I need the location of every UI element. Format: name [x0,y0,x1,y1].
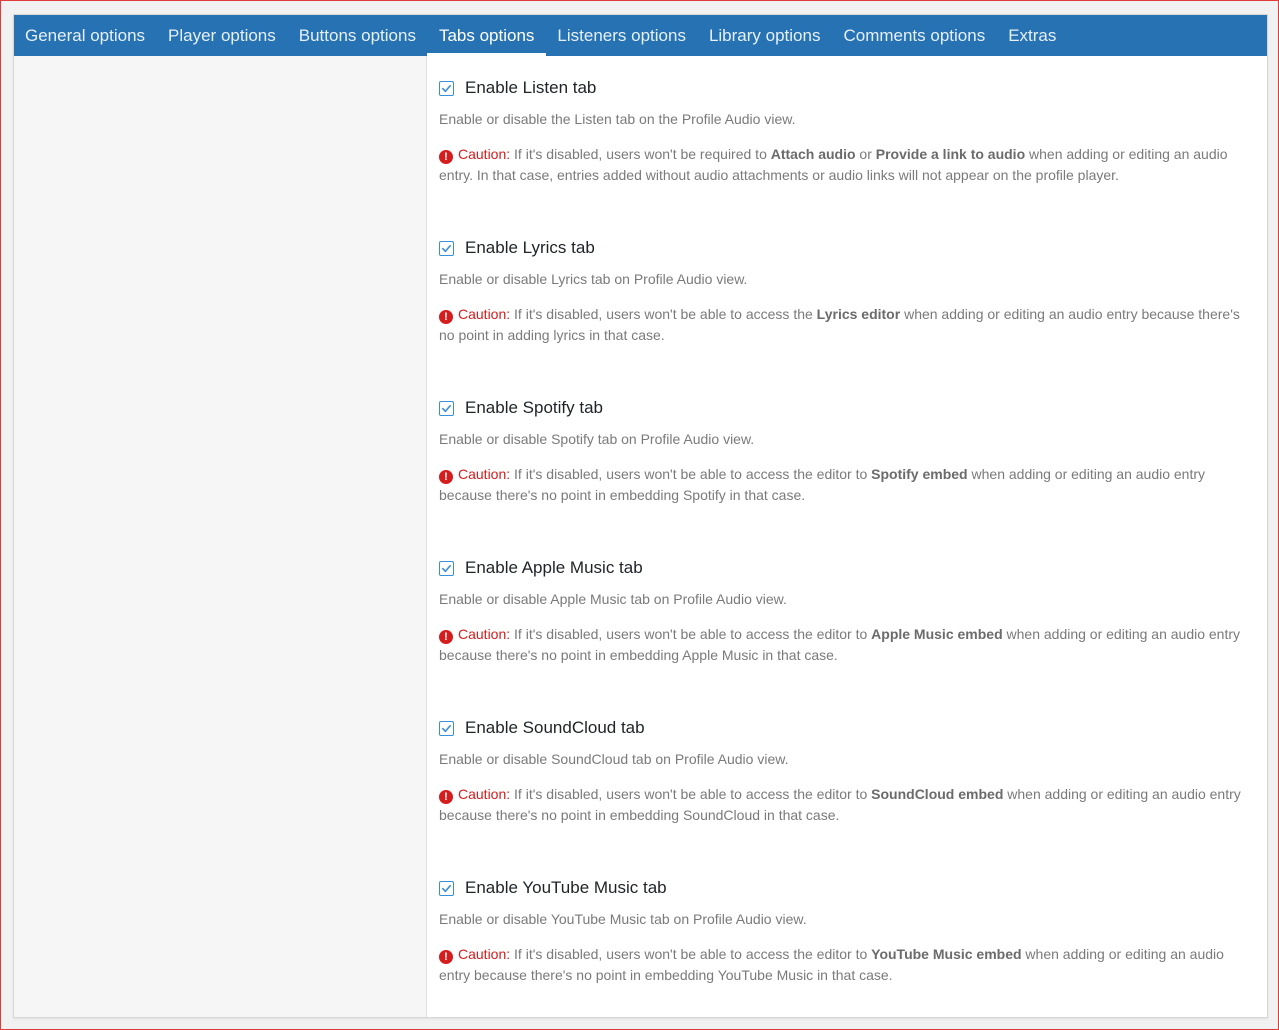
option-spotify-tab: Enable Spotify tab Enable or disable Spo… [439,396,1253,506]
option-title[interactable]: Enable YouTube Music tab [465,878,667,898]
settings-panel: General options Player options Buttons o… [13,14,1268,1018]
settings-tabbar: General options Player options Buttons o… [14,15,1267,56]
caution-label: Caution: [458,466,511,482]
option-caution: ! Caution: If it's disabled, users won't … [439,624,1255,666]
tabs-options-content: Enable Listen tab Enable or disable the … [439,56,1267,1017]
caution-strong: Apple Music embed [871,626,1003,642]
checkmark-icon [442,564,451,572]
tab-player-options[interactable]: Player options [157,15,288,56]
checkmark-icon [442,884,451,892]
exclamation-circle-icon: ! [439,630,453,644]
option-title[interactable]: Enable Spotify tab [465,398,603,418]
tab-buttons-options[interactable]: Buttons options [287,15,427,56]
caution-text: If it's disabled, users won't be able to… [514,466,872,482]
option-caution: ! Caution: If it's disabled, users won't … [439,464,1255,506]
caution-label: Caution: [458,146,511,162]
exclamation-circle-icon: ! [439,470,453,484]
apple-music-tab-checkbox[interactable] [439,560,454,576]
option-caution: ! Caution: If it's disabled, users won't … [439,304,1255,346]
checkmark-icon [442,724,451,732]
option-title[interactable]: Enable SoundCloud tab [465,718,645,738]
option-apple-music-tab: Enable Apple Music tab Enable or disable… [439,556,1253,666]
caution-strong: Spotify embed [871,466,968,482]
tab-general-options[interactable]: General options [14,15,157,56]
caution-text: If it's disabled, users won't be able to… [514,786,872,802]
tab-extras[interactable]: Extras [997,15,1068,56]
option-title[interactable]: Enable Apple Music tab [465,558,643,578]
caution-strong: YouTube Music embed [871,946,1022,962]
option-youtube-music-tab: Enable YouTube Music tab Enable or disab… [439,876,1253,986]
caution-text: If it's disabled, users won't be able to… [514,306,817,322]
lyrics-tab-checkbox[interactable] [439,240,454,256]
tab-comments-options[interactable]: Comments options [832,15,997,56]
option-description: Enable or disable SoundCloud tab on Prof… [439,751,789,767]
exclamation-circle-icon: ! [439,310,453,324]
tab-tabs-options[interactable]: Tabs options [427,15,547,56]
option-soundcloud-tab: Enable SoundCloud tab Enable or disable … [439,716,1253,826]
checkmark-icon [442,244,451,252]
youtube-music-tab-checkbox[interactable] [439,880,454,896]
checkmark-icon [442,84,451,92]
option-title[interactable]: Enable Listen tab [465,78,596,98]
option-description: Enable or disable the Listen tab on the … [439,111,796,127]
caution-text: If it's disabled, users won't be able to… [514,946,872,962]
caution-label: Caution: [458,786,511,802]
checkmark-icon [442,404,451,412]
option-description: Enable or disable Apple Music tab on Pro… [439,591,787,607]
option-title[interactable]: Enable Lyrics tab [465,238,595,258]
left-sidebar [14,56,427,1017]
spotify-tab-checkbox[interactable] [439,400,454,416]
option-listen-tab: Enable Listen tab Enable or disable the … [439,76,1253,186]
caution-strong: SoundCloud embed [871,786,1004,802]
caution-label: Caution: [458,946,511,962]
caution-text: If it's disabled, users won't be able to… [514,626,872,642]
caution-strong: Provide a link to audio [875,146,1026,162]
tab-library-options[interactable]: Library options [697,15,832,56]
soundcloud-tab-checkbox[interactable] [439,720,454,736]
caution-strong: Lyrics editor [816,306,901,322]
option-caution: ! Caution: If it's disabled, users won't … [439,944,1255,986]
listen-tab-checkbox[interactable] [439,80,454,96]
caution-text: or [855,146,876,162]
caution-label: Caution: [458,306,511,322]
caution-label: Caution: [458,626,511,642]
exclamation-circle-icon: ! [439,150,453,164]
exclamation-circle-icon: ! [439,790,453,804]
caution-strong: Attach audio [770,146,856,162]
exclamation-circle-icon: ! [439,950,453,964]
option-description: Enable or disable Lyrics tab on Profile … [439,271,748,287]
option-caution: ! Caution: If it's disabled, users won't … [439,144,1255,186]
option-description: Enable or disable Spotify tab on Profile… [439,431,755,447]
caution-text: If it's disabled, users won't be require… [514,146,771,162]
option-lyrics-tab: Enable Lyrics tab Enable or disable Lyri… [439,236,1253,346]
option-description: Enable or disable YouTube Music tab on P… [439,911,807,927]
option-caution: ! Caution: If it's disabled, users won't … [439,784,1255,826]
tab-listeners-options[interactable]: Listeners options [546,15,698,56]
